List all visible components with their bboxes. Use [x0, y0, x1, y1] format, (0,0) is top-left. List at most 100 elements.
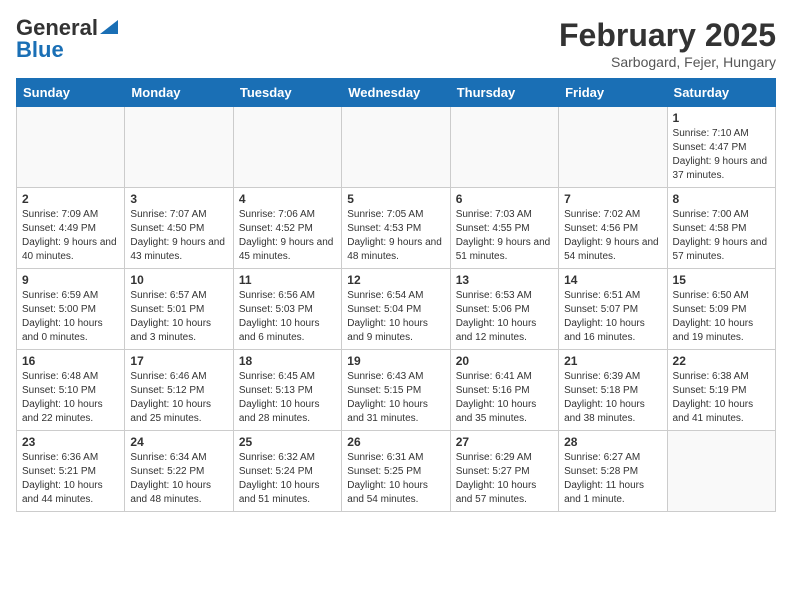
calendar-table: SundayMondayTuesdayWednesdayThursdayFrid…	[16, 78, 776, 512]
page-header: General Blue February 2025 Sarbogard, Fe…	[16, 16, 776, 70]
calendar-header-row: SundayMondayTuesdayWednesdayThursdayFrid…	[17, 79, 776, 107]
calendar-cell: 23 Sunrise: 6:36 AM Sunset: 5:21 PM Dayli…	[17, 431, 125, 512]
month-title: February 2025	[559, 16, 776, 54]
logo: General Blue	[16, 16, 118, 61]
day-number: 6	[456, 192, 553, 206]
calendar-cell	[559, 107, 667, 188]
calendar-cell: 27 Sunrise: 6:29 AM Sunset: 5:27 PM Dayli…	[450, 431, 558, 512]
calendar-cell	[17, 107, 125, 188]
day-info: Sunrise: 6:48 AM Sunset: 5:10 PM Dayligh…	[22, 370, 119, 426]
calendar-cell: 11Sunrise: 6:56 AM Sunset: 5:03 PM Dayli…	[233, 269, 341, 350]
day-info: Sunrise: 6:36 AM Sunset: 5:21 PM Dayligh…	[22, 451, 119, 507]
day-info: Sunrise: 6:57 AM Sunset: 5:01 PM Dayligh…	[130, 289, 227, 345]
calendar-cell: 2 Sunrise: 7:09 AM Sunset: 4:49 PM Daylig…	[17, 188, 125, 269]
calendar-week-row: 1 Sunrise: 7:10 AM Sunset: 4:47 PM Daylig…	[17, 107, 776, 188]
day-info: Sunrise: 6:59 AM Sunset: 5:00 PM Dayligh…	[22, 289, 119, 345]
day-info: Sunrise: 6:34 AM Sunset: 5:22 PM Dayligh…	[130, 451, 227, 507]
day-number: 24	[130, 435, 227, 449]
calendar-cell: 4Sunrise: 7:06 AM Sunset: 4:52 PM Daylig…	[233, 188, 341, 269]
day-info: Sunrise: 7:00 AM Sunset: 4:58 PM Dayligh…	[673, 208, 770, 264]
calendar-week-row: 23 Sunrise: 6:36 AM Sunset: 5:21 PM Dayli…	[17, 431, 776, 512]
day-info: Sunrise: 7:09 AM Sunset: 4:49 PM Dayligh…	[22, 208, 119, 264]
day-number: 22	[673, 354, 770, 368]
calendar-cell: 9 Sunrise: 6:59 AM Sunset: 5:00 PM Daylig…	[17, 269, 125, 350]
day-number: 13	[456, 273, 553, 287]
calendar-cell	[125, 107, 233, 188]
day-number: 9	[22, 273, 119, 287]
calendar-cell: 3 Sunrise: 7:07 AM Sunset: 4:50 PM Daylig…	[125, 188, 233, 269]
day-info: Sunrise: 6:45 AM Sunset: 5:13 PM Dayligh…	[239, 370, 336, 426]
calendar-cell: 1 Sunrise: 7:10 AM Sunset: 4:47 PM Daylig…	[667, 107, 775, 188]
calendar-cell: 10 Sunrise: 6:57 AM Sunset: 5:01 PM Dayli…	[125, 269, 233, 350]
logo-icon	[100, 16, 118, 34]
calendar-cell: 26 Sunrise: 6:31 AM Sunset: 5:25 PM Dayli…	[342, 431, 450, 512]
day-info: Sunrise: 7:07 AM Sunset: 4:50 PM Dayligh…	[130, 208, 227, 264]
day-number: 28	[564, 435, 661, 449]
day-info: Sunrise: 6:39 AM Sunset: 5:18 PM Dayligh…	[564, 370, 661, 426]
day-number: 2	[22, 192, 119, 206]
day-info: Sunrise: 6:46 AM Sunset: 5:12 PM Dayligh…	[130, 370, 227, 426]
day-number: 20	[456, 354, 553, 368]
day-info: Sunrise: 6:51 AM Sunset: 5:07 PM Dayligh…	[564, 289, 661, 345]
day-info: Sunrise: 7:10 AM Sunset: 4:47 PM Dayligh…	[673, 127, 770, 183]
calendar-header-thursday: Thursday	[450, 79, 558, 107]
day-number: 27	[456, 435, 553, 449]
calendar-header-friday: Friday	[559, 79, 667, 107]
calendar-cell: 14 Sunrise: 6:51 AM Sunset: 5:07 PM Dayli…	[559, 269, 667, 350]
day-info: Sunrise: 7:02 AM Sunset: 4:56 PM Dayligh…	[564, 208, 661, 264]
calendar-cell	[233, 107, 341, 188]
day-info: Sunrise: 6:54 AM Sunset: 5:04 PM Dayligh…	[347, 289, 444, 345]
day-info: Sunrise: 6:29 AM Sunset: 5:27 PM Dayligh…	[456, 451, 553, 507]
day-number: 21	[564, 354, 661, 368]
logo-general-text: General	[16, 17, 98, 39]
day-info: Sunrise: 6:43 AM Sunset: 5:15 PM Dayligh…	[347, 370, 444, 426]
calendar-cell	[667, 431, 775, 512]
calendar-week-row: 9 Sunrise: 6:59 AM Sunset: 5:00 PM Daylig…	[17, 269, 776, 350]
calendar-header-sunday: Sunday	[17, 79, 125, 107]
calendar-header-wednesday: Wednesday	[342, 79, 450, 107]
day-info: Sunrise: 6:41 AM Sunset: 5:16 PM Dayligh…	[456, 370, 553, 426]
day-number: 23	[22, 435, 119, 449]
calendar-header-monday: Monday	[125, 79, 233, 107]
day-number: 12	[347, 273, 444, 287]
calendar-cell: 15 Sunrise: 6:50 AM Sunset: 5:09 PM Dayli…	[667, 269, 775, 350]
day-info: Sunrise: 6:50 AM Sunset: 5:09 PM Dayligh…	[673, 289, 770, 345]
calendar-cell: 12 Sunrise: 6:54 AM Sunset: 5:04 PM Dayli…	[342, 269, 450, 350]
logo-blue-text: Blue	[16, 39, 64, 61]
day-info: Sunrise: 6:56 AM Sunset: 5:03 PM Dayligh…	[239, 289, 336, 345]
day-info: Sunrise: 7:03 AM Sunset: 4:55 PM Dayligh…	[456, 208, 553, 264]
day-info: Sunrise: 7:05 AM Sunset: 4:53 PM Dayligh…	[347, 208, 444, 264]
calendar-week-row: 16 Sunrise: 6:48 AM Sunset: 5:10 PM Dayli…	[17, 350, 776, 431]
day-number: 25	[239, 435, 336, 449]
title-section: February 2025 Sarbogard, Fejer, Hungary	[559, 16, 776, 70]
day-number: 26	[347, 435, 444, 449]
calendar-cell: 18 Sunrise: 6:45 AM Sunset: 5:13 PM Dayli…	[233, 350, 341, 431]
day-info: Sunrise: 6:27 AM Sunset: 5:28 PM Dayligh…	[564, 451, 661, 507]
day-info: Sunrise: 6:53 AM Sunset: 5:06 PM Dayligh…	[456, 289, 553, 345]
day-number: 10	[130, 273, 227, 287]
day-number: 15	[673, 273, 770, 287]
calendar-cell	[450, 107, 558, 188]
day-number: 18	[239, 354, 336, 368]
calendar-cell: 25 Sunrise: 6:32 AM Sunset: 5:24 PM Dayli…	[233, 431, 341, 512]
calendar-cell: 28 Sunrise: 6:27 AM Sunset: 5:28 PM Dayli…	[559, 431, 667, 512]
day-number: 14	[564, 273, 661, 287]
day-number: 3	[130, 192, 227, 206]
calendar-cell: 17 Sunrise: 6:46 AM Sunset: 5:12 PM Dayli…	[125, 350, 233, 431]
day-number: 16	[22, 354, 119, 368]
day-number: 4	[239, 192, 336, 206]
day-info: Sunrise: 6:31 AM Sunset: 5:25 PM Dayligh…	[347, 451, 444, 507]
day-number: 1	[673, 111, 770, 125]
calendar-week-row: 2 Sunrise: 7:09 AM Sunset: 4:49 PM Daylig…	[17, 188, 776, 269]
location-title: Sarbogard, Fejer, Hungary	[559, 54, 776, 70]
day-info: Sunrise: 6:38 AM Sunset: 5:19 PM Dayligh…	[673, 370, 770, 426]
calendar-cell: 22 Sunrise: 6:38 AM Sunset: 5:19 PM Dayli…	[667, 350, 775, 431]
calendar-cell: 21 Sunrise: 6:39 AM Sunset: 5:18 PM Dayli…	[559, 350, 667, 431]
calendar-cell	[342, 107, 450, 188]
day-number: 5	[347, 192, 444, 206]
calendar-cell: 24 Sunrise: 6:34 AM Sunset: 5:22 PM Dayli…	[125, 431, 233, 512]
calendar-header-tuesday: Tuesday	[233, 79, 341, 107]
calendar-cell: 20 Sunrise: 6:41 AM Sunset: 5:16 PM Dayli…	[450, 350, 558, 431]
day-info: Sunrise: 6:32 AM Sunset: 5:24 PM Dayligh…	[239, 451, 336, 507]
day-number: 17	[130, 354, 227, 368]
